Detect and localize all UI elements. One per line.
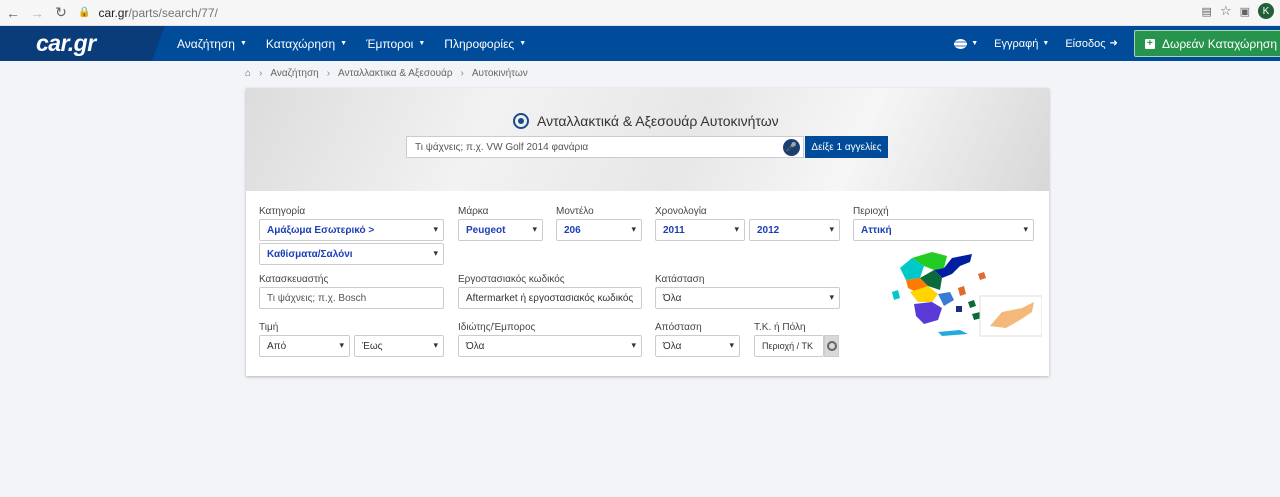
nav-search-label: Αναζήτηση xyxy=(177,36,235,51)
nav-search[interactable]: Αναζήτηση ▼ xyxy=(177,37,247,51)
star-icon[interactable]: ☆ xyxy=(1220,3,1232,19)
model-select[interactable]: 206 xyxy=(556,219,642,241)
url-path: /parts/search/77/ xyxy=(128,5,218,20)
nav-info-label: Πληροφορίες xyxy=(444,36,515,51)
search-input[interactable]: Τι ψάχνεις; π.χ. VW Golf 2014 φανάρια 🎤 xyxy=(406,136,804,158)
site-header: car.gr Αναζήτηση ▼ Καταχώρηση ▼ Έμποροι ▼ Π… xyxy=(0,26,1280,61)
sign-in-icon: ➜ xyxy=(1109,38,1118,49)
distance-label: Απόσταση xyxy=(655,322,702,333)
browser-toolbar: ← → ↻ 🔒 car.gr/parts/search/77/ ▤ ☆ ▣ K xyxy=(0,0,1280,26)
breadcrumb: ⌂ › Αναζήτηση › Ανταλλακτικα & Αξεσουάρ … xyxy=(245,68,528,79)
hero-banner: Ανταλλακτικά & Αξεσουάρ Αυτοκινήτων Τι ψ… xyxy=(246,88,1049,191)
show-results-button[interactable]: Δείξε 1 αγγελίες xyxy=(805,136,888,158)
region-label: Περιοχή xyxy=(853,206,889,217)
search-placeholder: Τι ψάχνεις; π.χ. VW Golf 2014 φανάρια xyxy=(415,141,589,153)
nav-dealers-label: Έμποροι xyxy=(366,36,414,51)
year-from-select[interactable]: 2011 xyxy=(655,219,745,241)
postcode-input[interactable]: Περιοχή / ΤΚ xyxy=(754,335,824,357)
flag-icon xyxy=(954,38,968,49)
make-label: Μάρκα xyxy=(458,206,489,217)
chevron-down-icon: ▼ xyxy=(239,40,247,47)
free-listing-button[interactable]: + Δωρεάν Καταχώρηση xyxy=(1133,30,1280,57)
breadcrumb-item[interactable]: Αυτοκινήτων xyxy=(472,68,528,79)
condition-label: Κατάσταση xyxy=(655,274,705,285)
search-card: Ανταλλακτικά & Αξεσουάρ Αυτοκινήτων Τι ψ… xyxy=(246,88,1049,376)
tools-icon xyxy=(513,113,529,129)
map-region[interactable] xyxy=(914,302,942,324)
subcategory-select[interactable]: Καθίσματα/Σαλόνι xyxy=(259,243,444,265)
category-select[interactable]: Αμάξωμα Εσωτερικό > xyxy=(259,219,444,241)
year-label: Χρονολογία xyxy=(655,206,707,217)
price-to-select[interactable]: Έως xyxy=(354,335,444,357)
chevron-down-icon: ▼ xyxy=(971,40,979,47)
map-region[interactable] xyxy=(968,300,976,308)
nav-listing-label: Καταχώρηση xyxy=(265,36,336,51)
price-label: Τιμή xyxy=(259,322,279,333)
address-bar[interactable]: 🔒 car.gr/parts/search/77/ xyxy=(78,6,218,20)
map-region[interactable] xyxy=(978,272,986,280)
login-link[interactable]: Είσοδος ➜ xyxy=(1065,38,1118,50)
price-from-select[interactable]: Από xyxy=(259,335,350,357)
map-region[interactable] xyxy=(958,286,966,296)
url-host: car.gr xyxy=(98,5,129,20)
site-logo[interactable]: car.gr xyxy=(36,30,96,57)
page-title: Ανταλλακτικά & Αξεσουάρ Αυτοκινήτων xyxy=(513,113,779,129)
microphone-icon[interactable]: 🎤 xyxy=(783,139,800,156)
page-title-text: Ανταλλακτικά & Αξεσουάρ Αυτοκινήτων xyxy=(537,113,779,129)
home-icon[interactable]: ⌂ xyxy=(245,68,251,79)
model-label: Μοντέλο xyxy=(556,206,594,217)
camera-icon[interactable]: ▣ xyxy=(1240,5,1250,18)
main-nav: Αναζήτηση ▼ Καταχώρηση ▼ Έμποροι ▼ Πληροφορ… xyxy=(177,26,545,61)
factory-code-label: Εργοστασιακός κωδικός xyxy=(458,274,565,285)
year-to-select[interactable]: 2012 xyxy=(749,219,840,241)
distance-select[interactable]: Όλα xyxy=(655,335,740,357)
breadcrumb-item[interactable]: Αναζήτηση xyxy=(270,68,318,79)
logo-container[interactable]: car.gr xyxy=(0,26,165,61)
locate-icon xyxy=(826,341,837,351)
back-arrow-icon[interactable]: ← xyxy=(2,2,24,24)
search-bar: Τι ψάχνεις; π.χ. VW Golf 2014 φανάρια 🎤 … xyxy=(406,136,888,158)
nav-listing[interactable]: Καταχώρηση ▼ xyxy=(266,37,347,51)
user-nav: ▼ Εγγραφή ▼ Είσοδος ➜ + Δωρεάν Καταχώρηση xyxy=(954,26,1280,61)
forward-arrow-icon[interactable]: → xyxy=(26,2,48,24)
factory-code-input[interactable]: Aftermarket ή εργοστασιακός κωδικός xyxy=(458,287,642,309)
manufacturer-input[interactable]: Τι ψάχνεις; π.χ. Bosch xyxy=(259,287,444,309)
avatar[interactable]: K xyxy=(1258,3,1274,19)
manufacturer-label: Κατασκευαστής xyxy=(259,274,329,285)
locate-button[interactable] xyxy=(824,335,839,357)
register-label: Εγγραφή xyxy=(994,37,1039,50)
seller-select[interactable]: Όλα xyxy=(458,335,642,357)
login-label: Είσοδος xyxy=(1065,37,1106,50)
language-selector[interactable]: ▼ xyxy=(954,38,979,49)
translate-icon[interactable]: ▤ xyxy=(1202,5,1212,18)
condition-select[interactable]: Όλα xyxy=(655,287,840,309)
nav-info[interactable]: Πληροφορίες ▼ xyxy=(444,37,526,51)
register-link[interactable]: Εγγραφή ▼ xyxy=(994,38,1049,50)
plus-icon: + xyxy=(1144,38,1155,49)
seller-label: Ιδιώτης/Έμπορος xyxy=(458,322,536,333)
chevron-down-icon: ▼ xyxy=(418,40,426,47)
free-listing-label: Δωρεάν Καταχώρηση xyxy=(1161,36,1277,51)
reload-icon[interactable]: ↻ xyxy=(50,2,72,24)
chevron-down-icon: ▼ xyxy=(340,40,348,47)
nav-dealers[interactable]: Έμποροι ▼ xyxy=(366,37,425,51)
breadcrumb-separator: › xyxy=(326,68,331,79)
map-region[interactable] xyxy=(938,330,968,336)
map-region[interactable] xyxy=(956,306,962,312)
map-region[interactable] xyxy=(892,290,900,300)
chevron-down-icon: ▼ xyxy=(519,40,527,47)
postcode-label: Τ.Κ. ή Πόλη xyxy=(754,322,806,333)
map-region[interactable] xyxy=(938,292,954,306)
lock-icon: 🔒 xyxy=(78,7,91,18)
category-label: Κατηγορία xyxy=(259,206,306,217)
map-greece-icon[interactable] xyxy=(872,248,1042,348)
breadcrumb-separator: › xyxy=(259,68,263,79)
make-select[interactable]: Peugeot xyxy=(458,219,543,241)
breadcrumb-item[interactable]: Ανταλλακτικα & Αξεσουάρ xyxy=(338,68,453,79)
chevron-down-icon: ▼ xyxy=(1042,40,1050,47)
breadcrumb-separator: › xyxy=(460,68,464,79)
region-select[interactable]: Αττική xyxy=(853,219,1034,241)
